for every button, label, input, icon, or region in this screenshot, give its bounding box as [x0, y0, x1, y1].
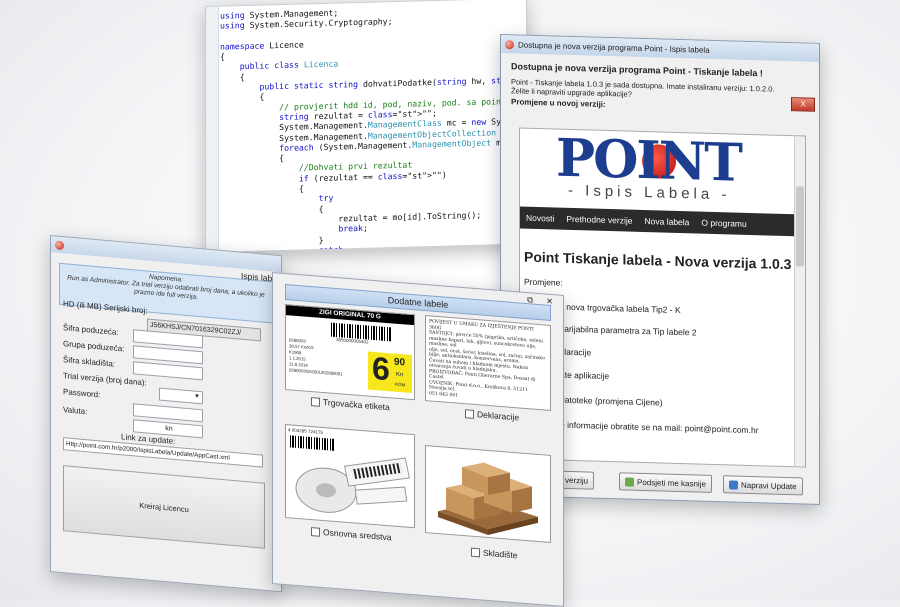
update-icon — [729, 479, 738, 490]
do-update-button[interactable]: Napravi Update — [723, 475, 803, 496]
release-line: Promjene: — [524, 276, 563, 288]
close-button[interactable]: X — [791, 97, 815, 112]
chevron-down-icon: ▼ — [194, 393, 200, 401]
grupa-poduzeca-label: Grupa poduzeća: — [63, 339, 125, 354]
remind-icon — [625, 476, 634, 487]
nav-item-prethodne[interactable]: Prethodne verzije — [566, 214, 632, 226]
trgovacka-checkbox[interactable] — [311, 396, 320, 407]
nav-item-novosti[interactable]: Novosti — [526, 213, 554, 224]
code-text[interactable]: using System.Management; using System.Se… — [220, 2, 527, 253]
update-title-bar[interactable]: Dostupna je nova verzija programa Point … — [501, 35, 819, 62]
declaration-text: POVIJEST U UMAKU ZA IZJEŠTENJE PONTI 360… — [429, 319, 545, 399]
deklaracije-option[interactable]: Deklaracije — [465, 408, 519, 422]
logo-tagline: - Ispis Labela - — [568, 181, 731, 204]
label-rolls-icon — [295, 457, 410, 513]
deklaracije-label: Deklaracije — [477, 409, 520, 423]
price-unit: KOM — [395, 381, 406, 388]
declaration-preview[interactable]: POVIJEST U UMAKU ZA IZJEŠTENJE PONTI 360… — [425, 315, 551, 411]
skladiste-checkbox[interactable] — [471, 547, 480, 557]
code-editor-window: using System.Management; using System.Se… — [205, 0, 527, 254]
price-currency: Kn — [396, 371, 404, 379]
licence-window: Ispis labela - Licenca Napomena: Run as … — [50, 235, 320, 593]
price-box: 6 90 Kn KOM — [368, 349, 412, 394]
skladiste-option[interactable]: Skladište — [471, 547, 518, 561]
release-line: varijabilna parametra za Tip labele 2 — [560, 323, 697, 338]
skip-version-button[interactable]: verziju — [559, 470, 595, 490]
trial-days-select[interactable]: ▼ — [159, 387, 203, 405]
code-gutter — [206, 6, 219, 252]
valuta-label: Valuta: — [63, 405, 88, 417]
update-window-title: Dostupna je nova verzija programa Point … — [518, 40, 710, 55]
app-orb-icon — [55, 239, 64, 250]
trgovacka-label: Trgovačka etiketa — [323, 397, 390, 413]
password-label: Password: — [63, 387, 101, 400]
release-line: e informacije obratite se na mail: point… — [560, 419, 759, 436]
release-title: Point Tiskanje labela - Nova verzija 1.0… — [524, 248, 792, 273]
remind-later-button[interactable]: Podsjeti me kasnije — [619, 472, 712, 493]
labels-window: ⧉ ✕ Dodatne labele ZIGI ORIGINAL 70 G 38… — [272, 272, 564, 607]
admin-note-text: Napomena: Run as Administrator. Za trial… — [67, 273, 265, 301]
osnovna-label: Osnovna sredstva — [323, 527, 392, 543]
skip-version-label: verziju — [565, 475, 589, 485]
warehouse-preview[interactable] — [425, 445, 551, 543]
scrollbar-thumb[interactable] — [796, 186, 804, 267]
create-licence-label: Kreiraj Licencu — [139, 500, 189, 514]
browser-scrollbar[interactable] — [794, 136, 805, 467]
assets-label-preview[interactable]: 4 004285 724175 — [285, 424, 415, 529]
release-line: ate aplikacije — [560, 369, 610, 382]
update-heading: Dostupna je nova verzija programa Point … — [511, 61, 763, 79]
price-decimal: 90 — [394, 356, 406, 369]
nav-item-nova-labela[interactable]: Nova labela — [645, 216, 690, 227]
release-line: datoteke (promjena Cijene) — [560, 394, 663, 408]
app-orb-icon — [505, 39, 514, 49]
sifra-skladista-label: Šifra skladišta: — [63, 355, 116, 369]
osnovna-checkbox[interactable] — [311, 526, 320, 537]
osnovna-option[interactable]: Osnovna sredstva — [311, 526, 392, 542]
close-icon[interactable]: ✕ — [546, 297, 553, 307]
price-integer: 6 — [372, 349, 390, 388]
trade-label-preview[interactable]: ZIGI ORIGINAL 70 G 3850000005402 0280003… — [285, 304, 415, 401]
trgovacka-option[interactable]: Trgovačka etiketa — [311, 396, 390, 412]
sifra-poduzeca-label: Šifra poduzeća: — [63, 323, 119, 338]
boxes-pallet-icon — [438, 462, 538, 535]
browser-nav: Novosti Prethodne verzije Nova labela O … — [520, 206, 795, 237]
nav-item-o-programu[interactable]: O programu — [701, 218, 746, 229]
window-restore-icon[interactable]: ⧉ — [527, 295, 533, 305]
do-update-label: Napravi Update — [741, 480, 797, 491]
skladiste-label: Skladište — [483, 547, 518, 561]
product-meta: 0280003 38,57 Kn/KG K1908 1.1.2015 11.8.2014… — [289, 337, 343, 377]
deklaracije-checkbox[interactable] — [465, 408, 474, 419]
point-logo: POINT - Ispis Labela - — [550, 128, 780, 207]
remind-later-label: Podsjeti me kasnije — [637, 477, 706, 489]
create-licence-button[interactable]: Kreiraj Licencu — [63, 465, 265, 549]
release-line: klaracije — [560, 346, 592, 358]
